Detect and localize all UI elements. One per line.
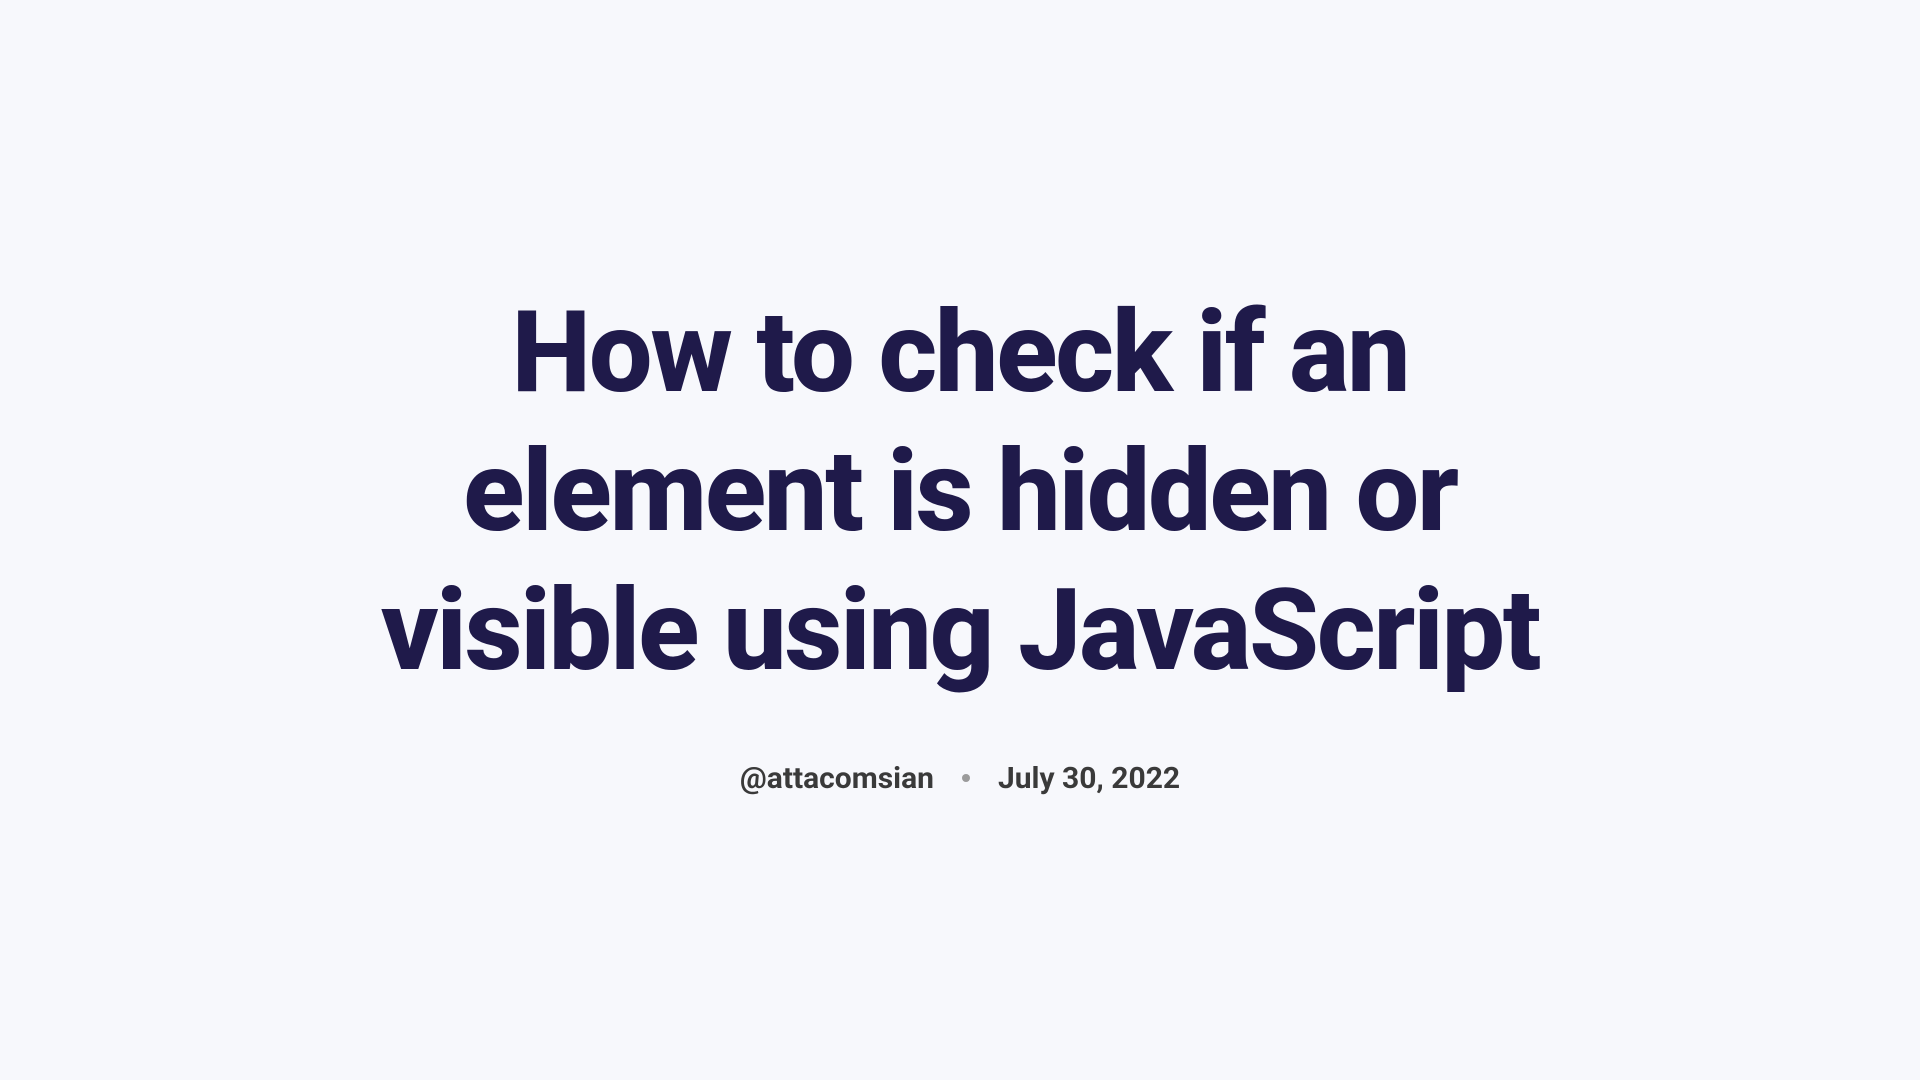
publish-date: July 30, 2022	[998, 761, 1180, 796]
dot-separator-icon	[962, 774, 970, 782]
content-wrapper: How to check if an element is hidden or …	[260, 284, 1660, 796]
author-handle[interactable]: @attacomsian	[740, 761, 934, 796]
page-title: How to check if an element is hidden or …	[300, 284, 1620, 701]
meta-row: @attacomsian July 30, 2022	[740, 761, 1180, 796]
